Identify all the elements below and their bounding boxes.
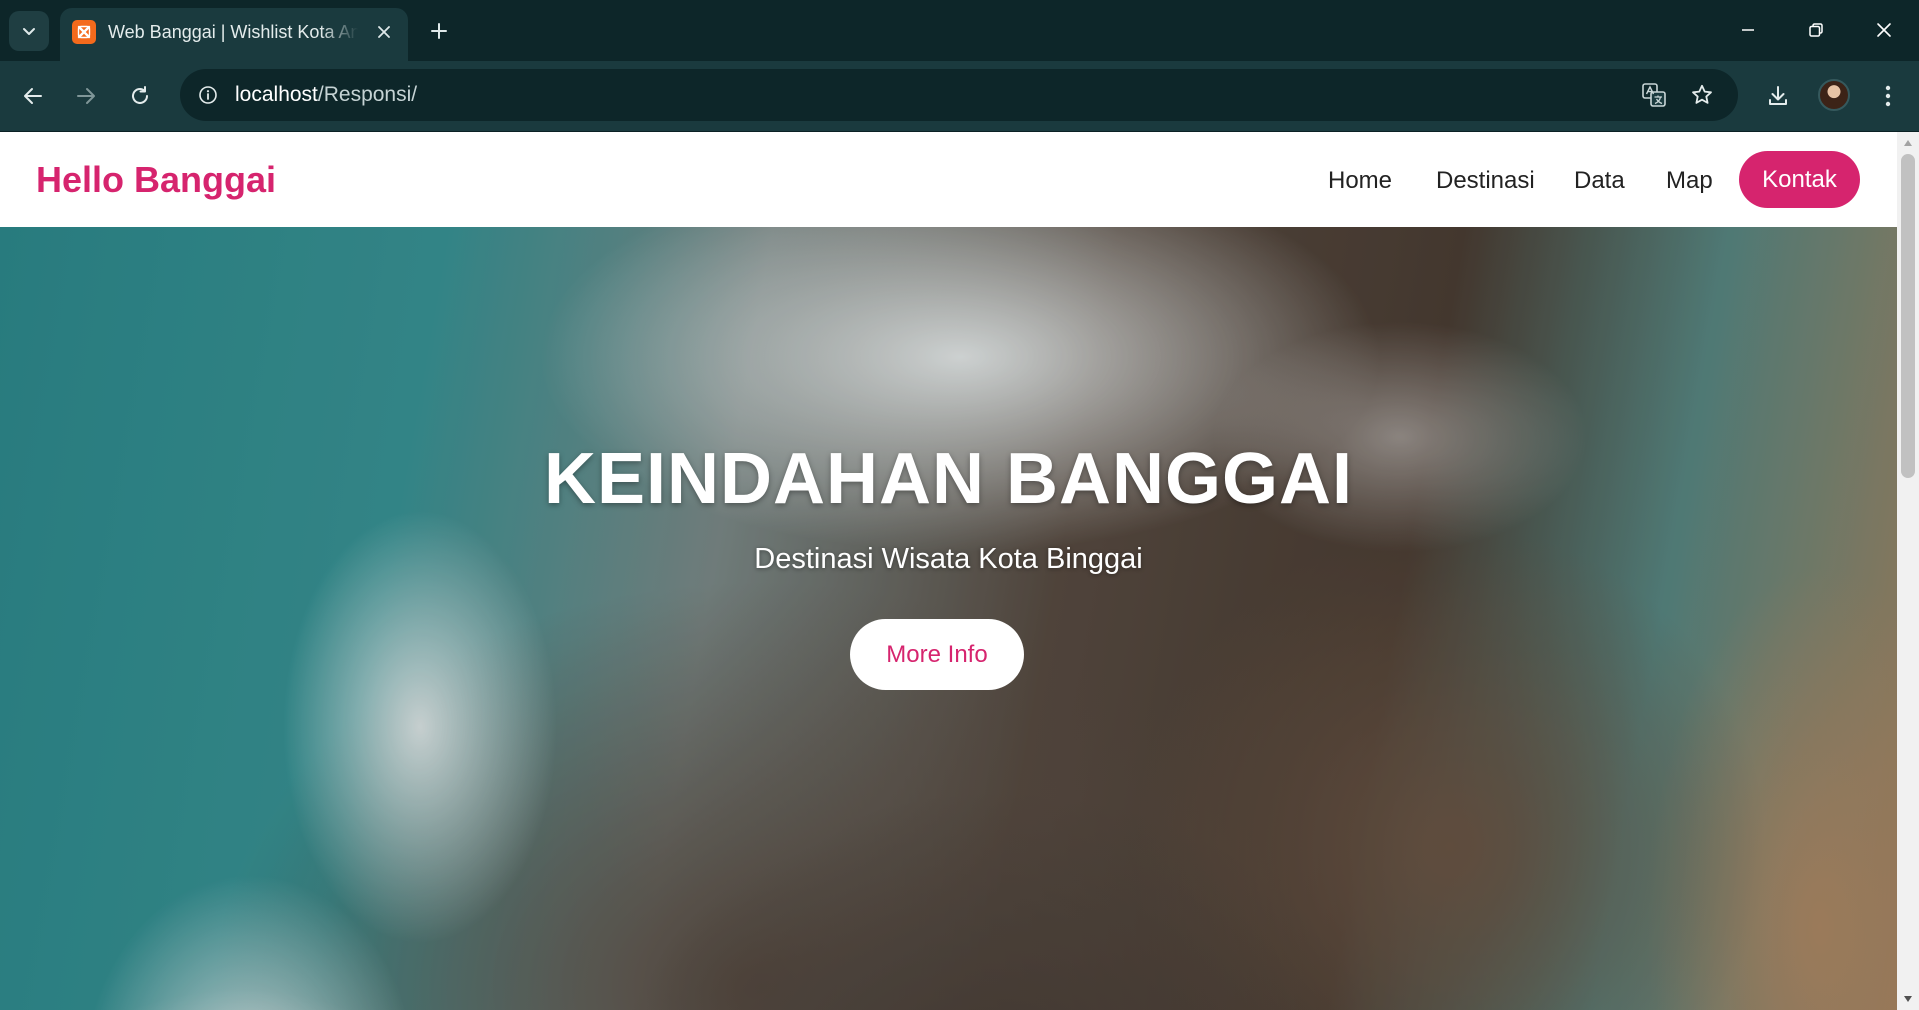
hero-section: KEINDAHAN BANGGAI Destinasi Wisata Kota …: [0, 227, 1897, 1010]
site-brand[interactable]: Hello Banggai: [36, 158, 276, 202]
reload-icon: [132, 86, 148, 104]
scroll-up-button[interactable]: [1897, 134, 1919, 152]
minimize-button[interactable]: [1728, 15, 1768, 45]
avatar[interactable]: [1818, 79, 1850, 111]
scrollbar-thumb[interactable]: [1901, 154, 1915, 478]
tab-close-button[interactable]: [370, 18, 398, 46]
downloads-button[interactable]: [1759, 77, 1797, 115]
triangle-down-icon: [1904, 996, 1912, 1002]
minimize-icon: [1742, 29, 1754, 31]
close-icon: [378, 26, 390, 38]
translate-button[interactable]: [1638, 79, 1670, 111]
nav-kontak-button[interactable]: Kontak: [1739, 151, 1860, 208]
chevron-down-icon: [23, 28, 35, 35]
url-path: /Responsi/: [317, 83, 418, 106]
nav-home[interactable]: Home: [1328, 165, 1392, 197]
site-info-button[interactable]: [194, 81, 222, 109]
nav-destinasi[interactable]: Destinasi: [1436, 165, 1535, 197]
page-viewport: Hello Banggai Home Destinasi Data Map Ko…: [0, 132, 1897, 1010]
hero-subtitle: Destinasi Wisata Kota Binggai: [754, 543, 1143, 575]
forward-button[interactable]: [67, 77, 105, 115]
more-info-button[interactable]: More Info: [850, 619, 1024, 690]
xampp-icon: [72, 20, 96, 44]
url-host: localhost: [235, 83, 318, 106]
close-icon: [1877, 23, 1891, 37]
close-window-button[interactable]: [1864, 15, 1904, 45]
download-icon: [1769, 86, 1787, 105]
forward-arrow-icon: [77, 88, 95, 104]
bookmark-button[interactable]: [1686, 79, 1718, 111]
nav-data[interactable]: Data: [1574, 165, 1625, 197]
kebab-menu-icon: [1885, 85, 1891, 107]
browser-toolbar: localhost/Responsi/: [0, 61, 1919, 131]
url-text[interactable]: localhost/Responsi/: [235, 82, 417, 108]
info-icon: [199, 86, 217, 104]
triangle-up-icon: [1904, 140, 1912, 146]
new-tab-button[interactable]: [424, 16, 454, 46]
page-scrollbar[interactable]: [1897, 132, 1919, 1010]
scroll-down-button[interactable]: [1897, 990, 1919, 1008]
tab-search-button[interactable]: [9, 11, 49, 51]
hero-title: KEINDAHAN BANGGAI: [544, 439, 1353, 519]
menu-button[interactable]: [1869, 77, 1907, 115]
browser-tabstrip: Web Banggai | Wishlist Kota Animasi: [0, 0, 1919, 61]
star-icon: [1692, 84, 1712, 104]
back-arrow-icon: [24, 88, 42, 104]
nav-map[interactable]: Map: [1666, 165, 1713, 197]
tab-title: Web Banggai | Wishlist Kota Animasi: [108, 22, 358, 42]
restore-icon: [1809, 23, 1823, 37]
restore-button[interactable]: [1796, 15, 1836, 45]
address-bar[interactable]: localhost/Responsi/: [180, 69, 1738, 121]
site-navbar: Hello Banggai Home Destinasi Data Map Ko…: [0, 132, 1897, 227]
reload-button[interactable]: [121, 77, 159, 115]
back-button[interactable]: [14, 77, 52, 115]
translate-icon: [1642, 83, 1666, 107]
plus-icon: [431, 23, 447, 39]
